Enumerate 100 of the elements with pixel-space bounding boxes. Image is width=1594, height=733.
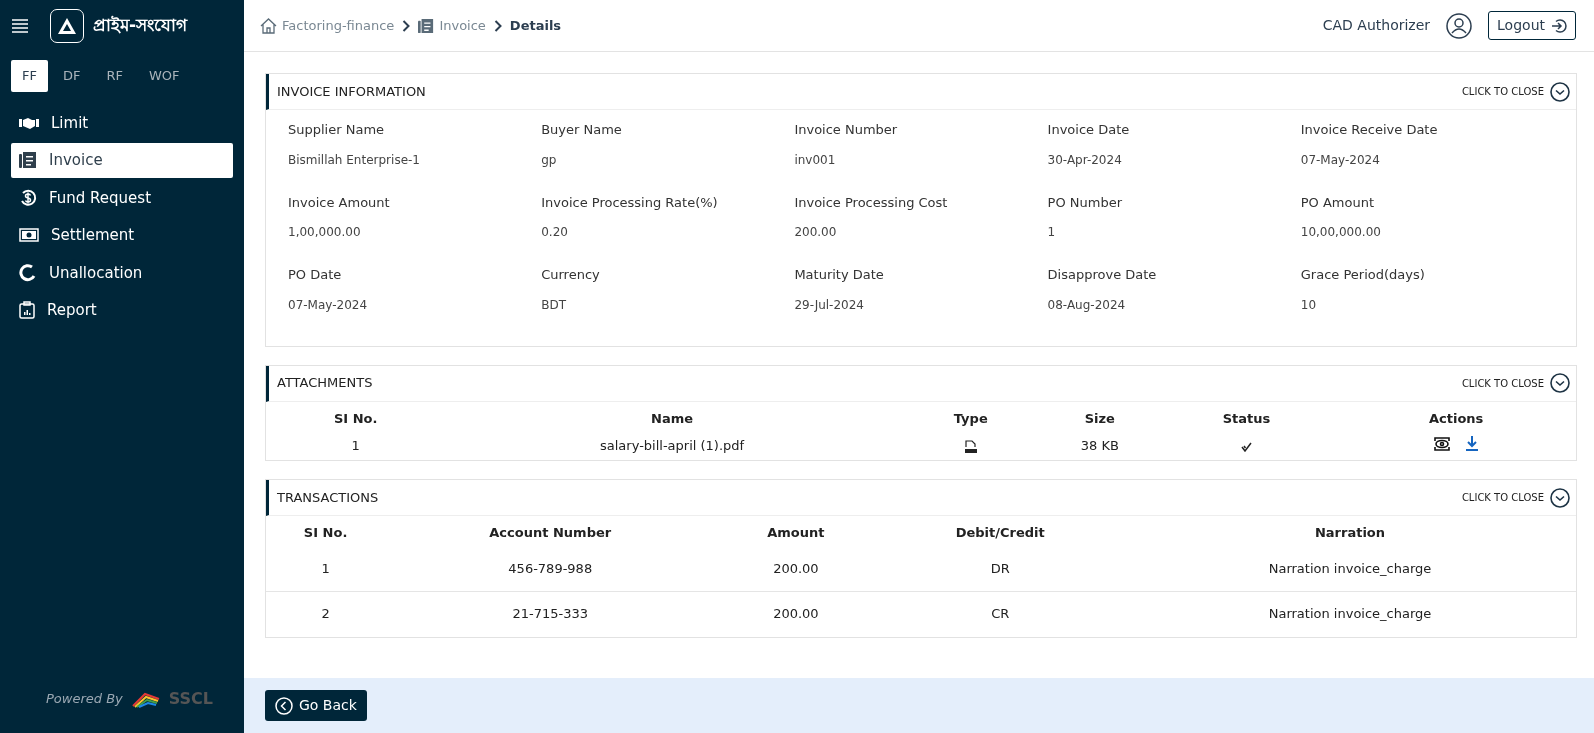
field-value: 29-Jul-2024 [794, 296, 865, 314]
column-header: Amount [767, 525, 825, 540]
field-label: Buyer Name [541, 121, 623, 139]
field-label: Invoice Date [1047, 121, 1131, 139]
field-label: Maturity Date [794, 266, 885, 284]
column-header: Account Number [489, 525, 612, 540]
user-avatar-icon[interactable] [1446, 12, 1473, 39]
field-label: Invoice Number [794, 121, 899, 139]
sscl-wordmark: SSCL [168, 688, 214, 710]
field-value: 30-Apr-2024 [1047, 151, 1123, 169]
field-value: 0.20 [541, 224, 569, 241]
home-icon [260, 17, 277, 34]
field-value: 08-Aug-2024 [1047, 296, 1127, 314]
dollar-cycle-icon [19, 188, 37, 207]
chevron-right-icon [402, 19, 411, 32]
table-cell: 456-789-988 [508, 560, 593, 576]
field-label: PO Number [1047, 193, 1123, 212]
sidebar-item[interactable]: Invoice [11, 143, 233, 178]
breadcrumb-link[interactable]: Factoring-finance [282, 15, 395, 36]
column-header: Debit/Credit [955, 525, 1045, 540]
field-label: Supplier Name [288, 121, 386, 139]
document-icon [418, 17, 435, 34]
table-cell: CR [991, 606, 1010, 621]
handshake-icon [19, 115, 39, 130]
field-value: 07-May-2024 [288, 296, 369, 314]
module-tab[interactable]: DF [51, 60, 92, 92]
table-cell: DR [990, 560, 1010, 576]
column-header: Type [953, 410, 988, 426]
sidebar-item[interactable]: Settlement [11, 218, 233, 253]
banknote-icon [19, 228, 39, 243]
column-header: SI No. [334, 410, 378, 426]
column-header: Actions [1428, 410, 1484, 426]
field-label: Disapprove Date [1047, 266, 1158, 284]
logo-icon [50, 9, 84, 43]
download-icon[interactable] [1466, 436, 1479, 451]
field-value: 10,00,000.00 [1300, 224, 1382, 241]
view-eye-icon[interactable] [1434, 436, 1451, 451]
field-label: Grace Period(days) [1300, 266, 1426, 284]
chevron-right-icon [493, 19, 502, 32]
menu-icon[interactable] [12, 19, 28, 33]
table-cell: Narration invoice_charge [1268, 606, 1432, 621]
breadcrumb-link[interactable]: Invoice [439, 15, 486, 36]
field-value: 200.00 [794, 224, 838, 241]
column-header: Size [1084, 410, 1115, 426]
collapse-toggle[interactable]: CLICK TO CLOSE [1461, 81, 1570, 102]
column-header: Name [651, 410, 694, 426]
clipboard-chart-icon [19, 301, 35, 320]
section-title: INVOICE INFORMATION [277, 82, 426, 101]
field-label: Invoice Processing Rate(%) [541, 193, 719, 212]
collapse-toggle[interactable]: CLICK TO CLOSE [1461, 373, 1570, 393]
sidebar-item[interactable]: Fund Request [11, 180, 233, 215]
back-circle-icon [275, 696, 293, 715]
module-tab[interactable]: FF [11, 60, 48, 92]
chevron-circle-icon [1550, 373, 1570, 393]
brand-name: প্রাইম-সংযোগ [93, 14, 188, 38]
rainbow-logo-icon [130, 690, 161, 708]
collapse-toggle[interactable]: CLICK TO CLOSE [1461, 487, 1570, 508]
sidebar-item[interactable]: Limit [11, 105, 233, 140]
field-label: Invoice Amount [288, 193, 391, 212]
column-header: Narration [1314, 525, 1386, 540]
logout-button[interactable]: Logout [1488, 11, 1576, 40]
user-name: CAD Authorizer [1322, 16, 1431, 35]
field-value: inv001 [794, 151, 837, 169]
field-value: BDT [541, 296, 567, 314]
sidebar-item[interactable]: Report [11, 293, 233, 328]
chevron-circle-icon [1550, 81, 1570, 102]
chevron-circle-icon [1550, 487, 1570, 508]
field-value: gp [541, 151, 558, 169]
field-value: 1 [1047, 224, 1057, 241]
table-cell: 21-715-333 [512, 606, 589, 621]
field-value: 1,00,000.00 [288, 224, 362, 241]
sidebar-item[interactable]: Unallocation [11, 255, 233, 290]
table-cell: 2 [321, 606, 330, 621]
section-title: ATTACHMENTS [277, 374, 373, 393]
table-cell: 1 [321, 560, 330, 576]
table-cell: 1 [351, 438, 360, 454]
loading-ring-icon [19, 263, 37, 282]
powered-by-text: Powered By [46, 690, 123, 709]
file-size: 38 KB [1080, 438, 1119, 454]
checkmark-icon [1241, 441, 1252, 452]
field-label: Invoice Receive Date [1300, 121, 1439, 139]
document-icon [19, 151, 37, 170]
module-tab[interactable]: RF [95, 60, 134, 92]
field-label: Currency [541, 266, 601, 284]
table-cell: Narration invoice_charge [1268, 560, 1432, 576]
breadcrumb-current: Details [509, 16, 562, 35]
field-value: 10 [1300, 296, 1318, 314]
file-name: salary-bill-april (1).pdf [600, 438, 745, 454]
field-value: Bismillah Enterprise-1 [288, 151, 421, 169]
field-label: Invoice Processing Cost [794, 193, 949, 212]
field-label: PO Amount [1300, 193, 1376, 212]
logout-icon [1551, 17, 1567, 34]
pdf-file-icon [964, 439, 977, 454]
section-title: TRANSACTIONS [277, 488, 379, 507]
table-cell: 200.00 [773, 560, 819, 576]
field-label: PO Date [288, 266, 343, 284]
column-header: Status [1222, 410, 1271, 426]
go-back-button[interactable]: Go Back [265, 690, 367, 721]
column-header: SI No. [303, 525, 348, 540]
module-tab[interactable]: WOF [138, 60, 191, 92]
